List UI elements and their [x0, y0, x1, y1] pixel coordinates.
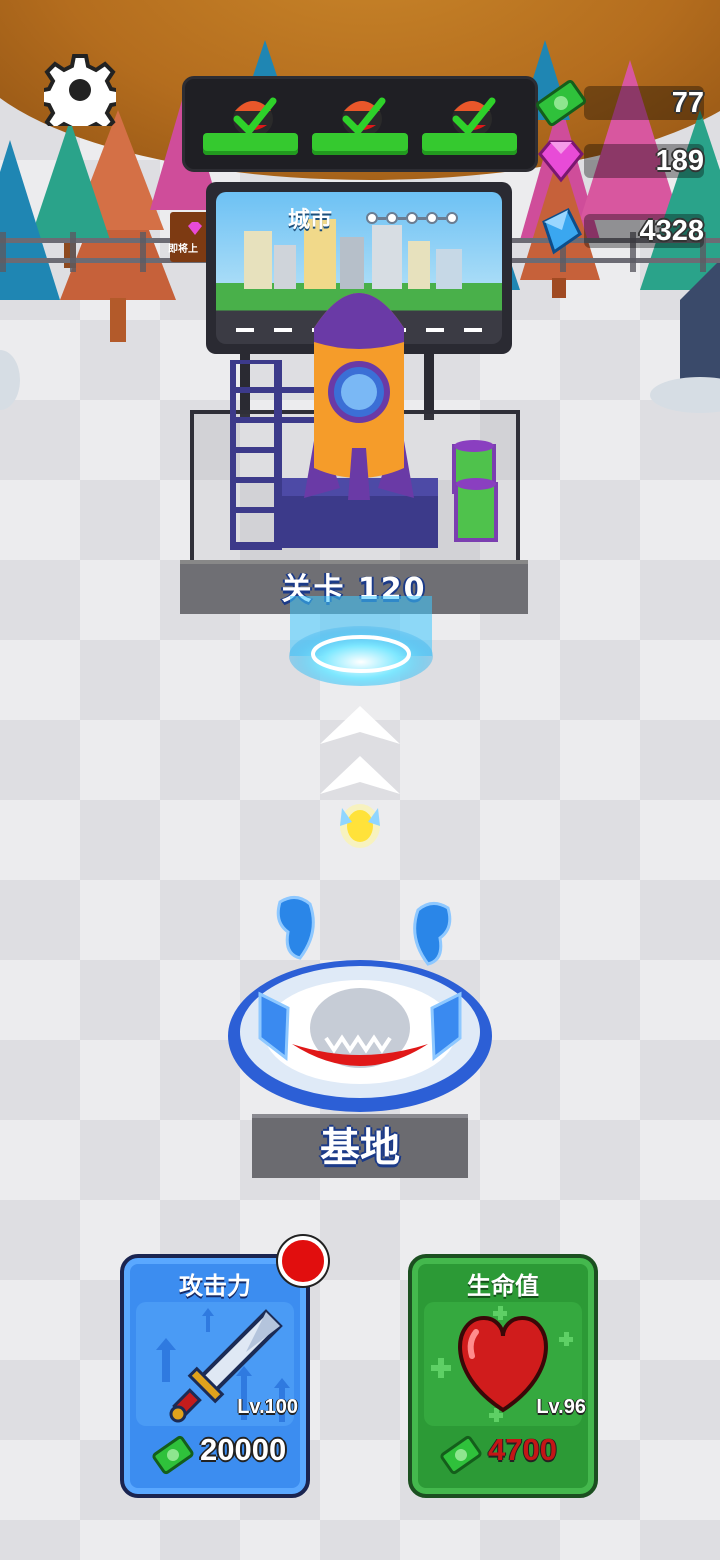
- pink-gem-counter: 189: [538, 140, 704, 183]
- task-complete-bar: [312, 133, 408, 155]
- base-label: 基地: [252, 1114, 468, 1178]
- stage-name: 城市: [288, 208, 333, 233]
- task-slot-1: [203, 93, 299, 155]
- glowing-orb: [340, 804, 380, 848]
- left-claw-icon: [276, 896, 315, 960]
- pink-gem-icon: [538, 140, 584, 183]
- attack-cost: 20000: [200, 1432, 287, 1467]
- task-complete-bar: [421, 133, 517, 155]
- task-slot-3: [421, 93, 517, 155]
- settings-gear-icon[interactable]: [44, 54, 116, 126]
- health-upgrade-card[interactable]: 生命值 Lv.96 4700: [408, 1254, 598, 1498]
- pink-gem-icon: [188, 222, 202, 235]
- cash-icon: [536, 79, 586, 127]
- monster-base[interactable]: [226, 958, 494, 1118]
- blue-crystal-counter: 4328: [542, 207, 704, 255]
- path-arrow-icon: [320, 706, 400, 744]
- game-scene: 即将上 城市 关卡 120 基地 77 189 4328 攻击力 Lv.100 …: [0, 0, 720, 1560]
- purple-barrels: [452, 440, 498, 542]
- blue-crystal-icon: [542, 207, 582, 255]
- pink-gem-value: 189: [655, 144, 704, 177]
- attack-upgrade-card[interactable]: 攻击力 Lv.100 20000: [120, 1254, 310, 1498]
- health-level: Lv.96: [536, 1396, 586, 1418]
- attack-level: Lv.100: [237, 1396, 298, 1418]
- blue-crystal-value: 4328: [639, 214, 704, 247]
- coming-soon-sign-text: 即将上: [168, 244, 198, 255]
- task-progress-bar: [182, 76, 538, 172]
- cash-icon: [152, 1435, 194, 1475]
- cash-value: 77: [671, 86, 704, 119]
- stage-progress-dots: [366, 212, 458, 224]
- path-arrow-icon: [320, 756, 400, 794]
- cash-icon: [440, 1435, 482, 1475]
- notification-badge: [278, 1236, 328, 1286]
- health-cost: 4700: [488, 1432, 557, 1467]
- cash-counter: 77: [536, 79, 704, 127]
- task-slot-2: [312, 93, 408, 155]
- health-title: 生命值: [467, 1272, 539, 1300]
- attack-title: 攻击力: [179, 1272, 251, 1300]
- rocket: [304, 293, 414, 500]
- task-complete-bar: [203, 133, 299, 155]
- level-portal[interactable]: [288, 596, 434, 690]
